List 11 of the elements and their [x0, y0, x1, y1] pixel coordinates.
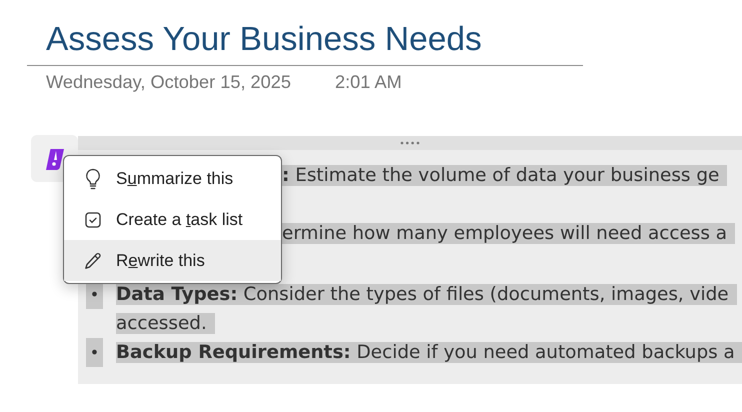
checkbox-icon	[85, 212, 101, 228]
menu-item[interactable]: Rewrite this	[64, 240, 281, 281]
menu-item[interactable]: Create a task list	[64, 199, 281, 240]
lightbulb-icon	[85, 168, 101, 190]
page-time: 2:01 AM	[335, 72, 402, 92]
menu-item[interactable]: Summarize this	[64, 158, 281, 199]
page-date: Wednesday, October 15, 2025	[46, 72, 292, 92]
pencil-icon	[84, 252, 102, 270]
page-title: Assess Your Business Needs	[46, 20, 482, 60]
drag-handle-icon[interactable]	[400, 141, 420, 145]
bullet-mark: •	[86, 338, 103, 367]
